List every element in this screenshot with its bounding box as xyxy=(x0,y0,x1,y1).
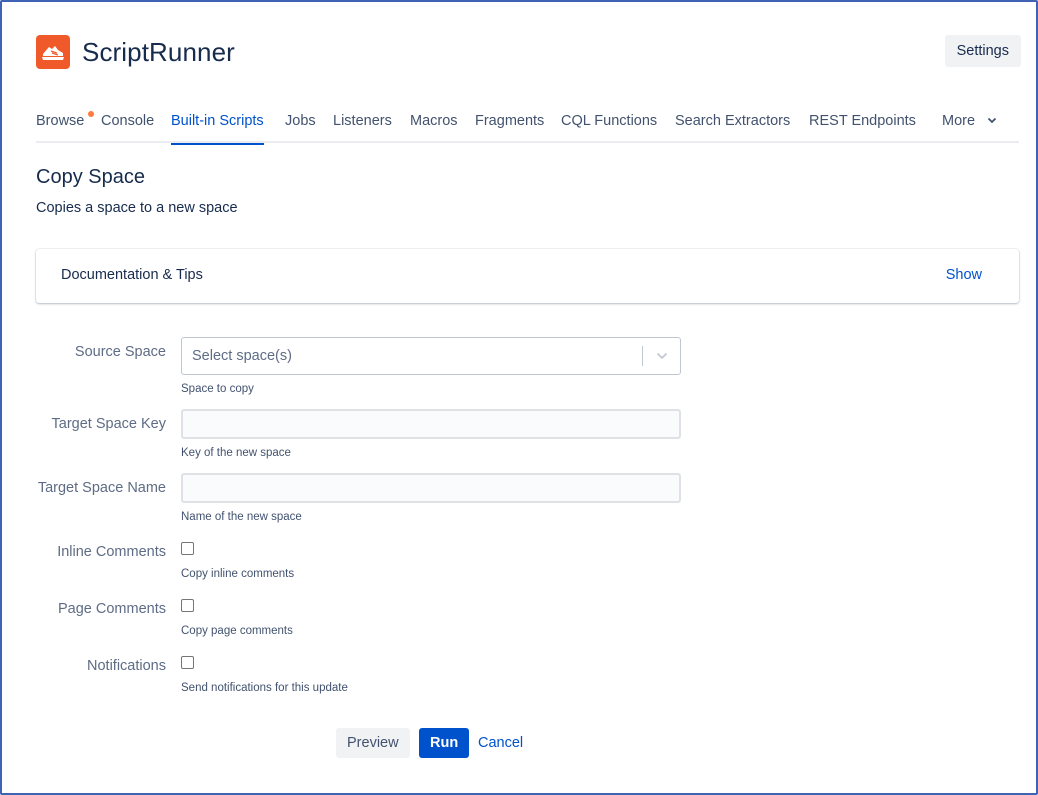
target-space-key-label: Target Space Key xyxy=(51,416,166,432)
chevron-down-icon xyxy=(987,117,997,124)
tab-built-in-scripts[interactable]: Built-in Scripts xyxy=(171,110,264,145)
documentation-panel: Documentation & Tips Show xyxy=(36,249,1019,303)
sneaker-logo-icon xyxy=(36,35,70,69)
tab-label: Browse xyxy=(36,113,85,129)
tab-label: More xyxy=(942,113,976,129)
page-comments-label: Page Comments xyxy=(58,601,166,617)
tab-browse[interactable]: Browse xyxy=(36,110,94,143)
source-space-hint: Space to copy xyxy=(181,383,254,395)
tab-rest-endpoints[interactable]: REST Endpoints xyxy=(809,110,916,143)
notifications-hint: Send notifications for this update xyxy=(181,682,348,694)
tab-console[interactable]: Console xyxy=(101,110,154,143)
settings-button[interactable]: Settings xyxy=(944,35,1021,67)
tab-label: Fragments xyxy=(475,113,545,129)
notifications-label: Notifications xyxy=(87,658,166,674)
tab-jobs[interactable]: Jobs xyxy=(285,110,316,143)
chevron-down-icon[interactable] xyxy=(655,349,669,363)
tab-search-extractors[interactable]: Search Extractors xyxy=(675,110,790,143)
tab-fragments[interactable]: Fragments xyxy=(475,110,544,143)
tab-label: REST Endpoints xyxy=(809,113,916,129)
page-description: Copies a space to a new space xyxy=(36,200,238,216)
header: ScriptRunner Settings xyxy=(36,35,1021,69)
target-space-key-hint: Key of the new space xyxy=(181,447,291,459)
tab-label: Listeners xyxy=(333,113,392,129)
preview-button[interactable]: Preview xyxy=(336,728,410,758)
inline-comments-hint: Copy inline comments xyxy=(181,568,295,580)
documentation-title: Documentation & Tips xyxy=(61,267,203,283)
tab-label: CQL Functions xyxy=(561,113,658,129)
app-title: ScriptRunner xyxy=(82,37,235,67)
target-space-name-input[interactable] xyxy=(181,473,681,503)
page-comments-hint: Copy page comments xyxy=(181,625,293,637)
notifications-checkbox[interactable] xyxy=(181,656,194,669)
page-comments-checkbox[interactable] xyxy=(181,599,194,612)
cancel-button[interactable]: Cancel xyxy=(478,728,523,758)
tab-label: Console xyxy=(101,113,155,129)
inline-comments-label: Inline Comments xyxy=(57,544,166,560)
page-title: Copy Space xyxy=(36,166,145,188)
select-divider xyxy=(642,346,643,366)
tab-cql-functions[interactable]: CQL Functions xyxy=(561,110,657,143)
tab-label: Search Extractors xyxy=(675,113,791,129)
target-space-name-hint: Name of the new space xyxy=(181,511,302,523)
source-space-placeholder: Select space(s) xyxy=(192,348,292,364)
tab-more[interactable]: More xyxy=(942,110,997,143)
target-space-key-input[interactable] xyxy=(181,409,681,439)
tab-label: Built-in Scripts xyxy=(171,113,264,129)
target-space-name-label: Target Space Name xyxy=(37,480,166,496)
nav-tabs: Browse Console Built-in Scripts Jobs Lis… xyxy=(36,110,1019,145)
run-button[interactable]: Run xyxy=(419,728,470,758)
tab-listeners[interactable]: Listeners xyxy=(333,110,392,143)
notification-dot-icon xyxy=(88,111,94,117)
tab-label: Jobs xyxy=(285,113,316,129)
show-docs-link[interactable]: Show xyxy=(946,267,982,283)
tab-macros[interactable]: Macros xyxy=(410,110,458,143)
inline-comments-checkbox[interactable] xyxy=(181,542,194,555)
source-space-select[interactable]: Select space(s) xyxy=(181,337,681,375)
source-space-label: Source Space xyxy=(74,344,166,360)
tab-label: Macros xyxy=(410,113,458,129)
